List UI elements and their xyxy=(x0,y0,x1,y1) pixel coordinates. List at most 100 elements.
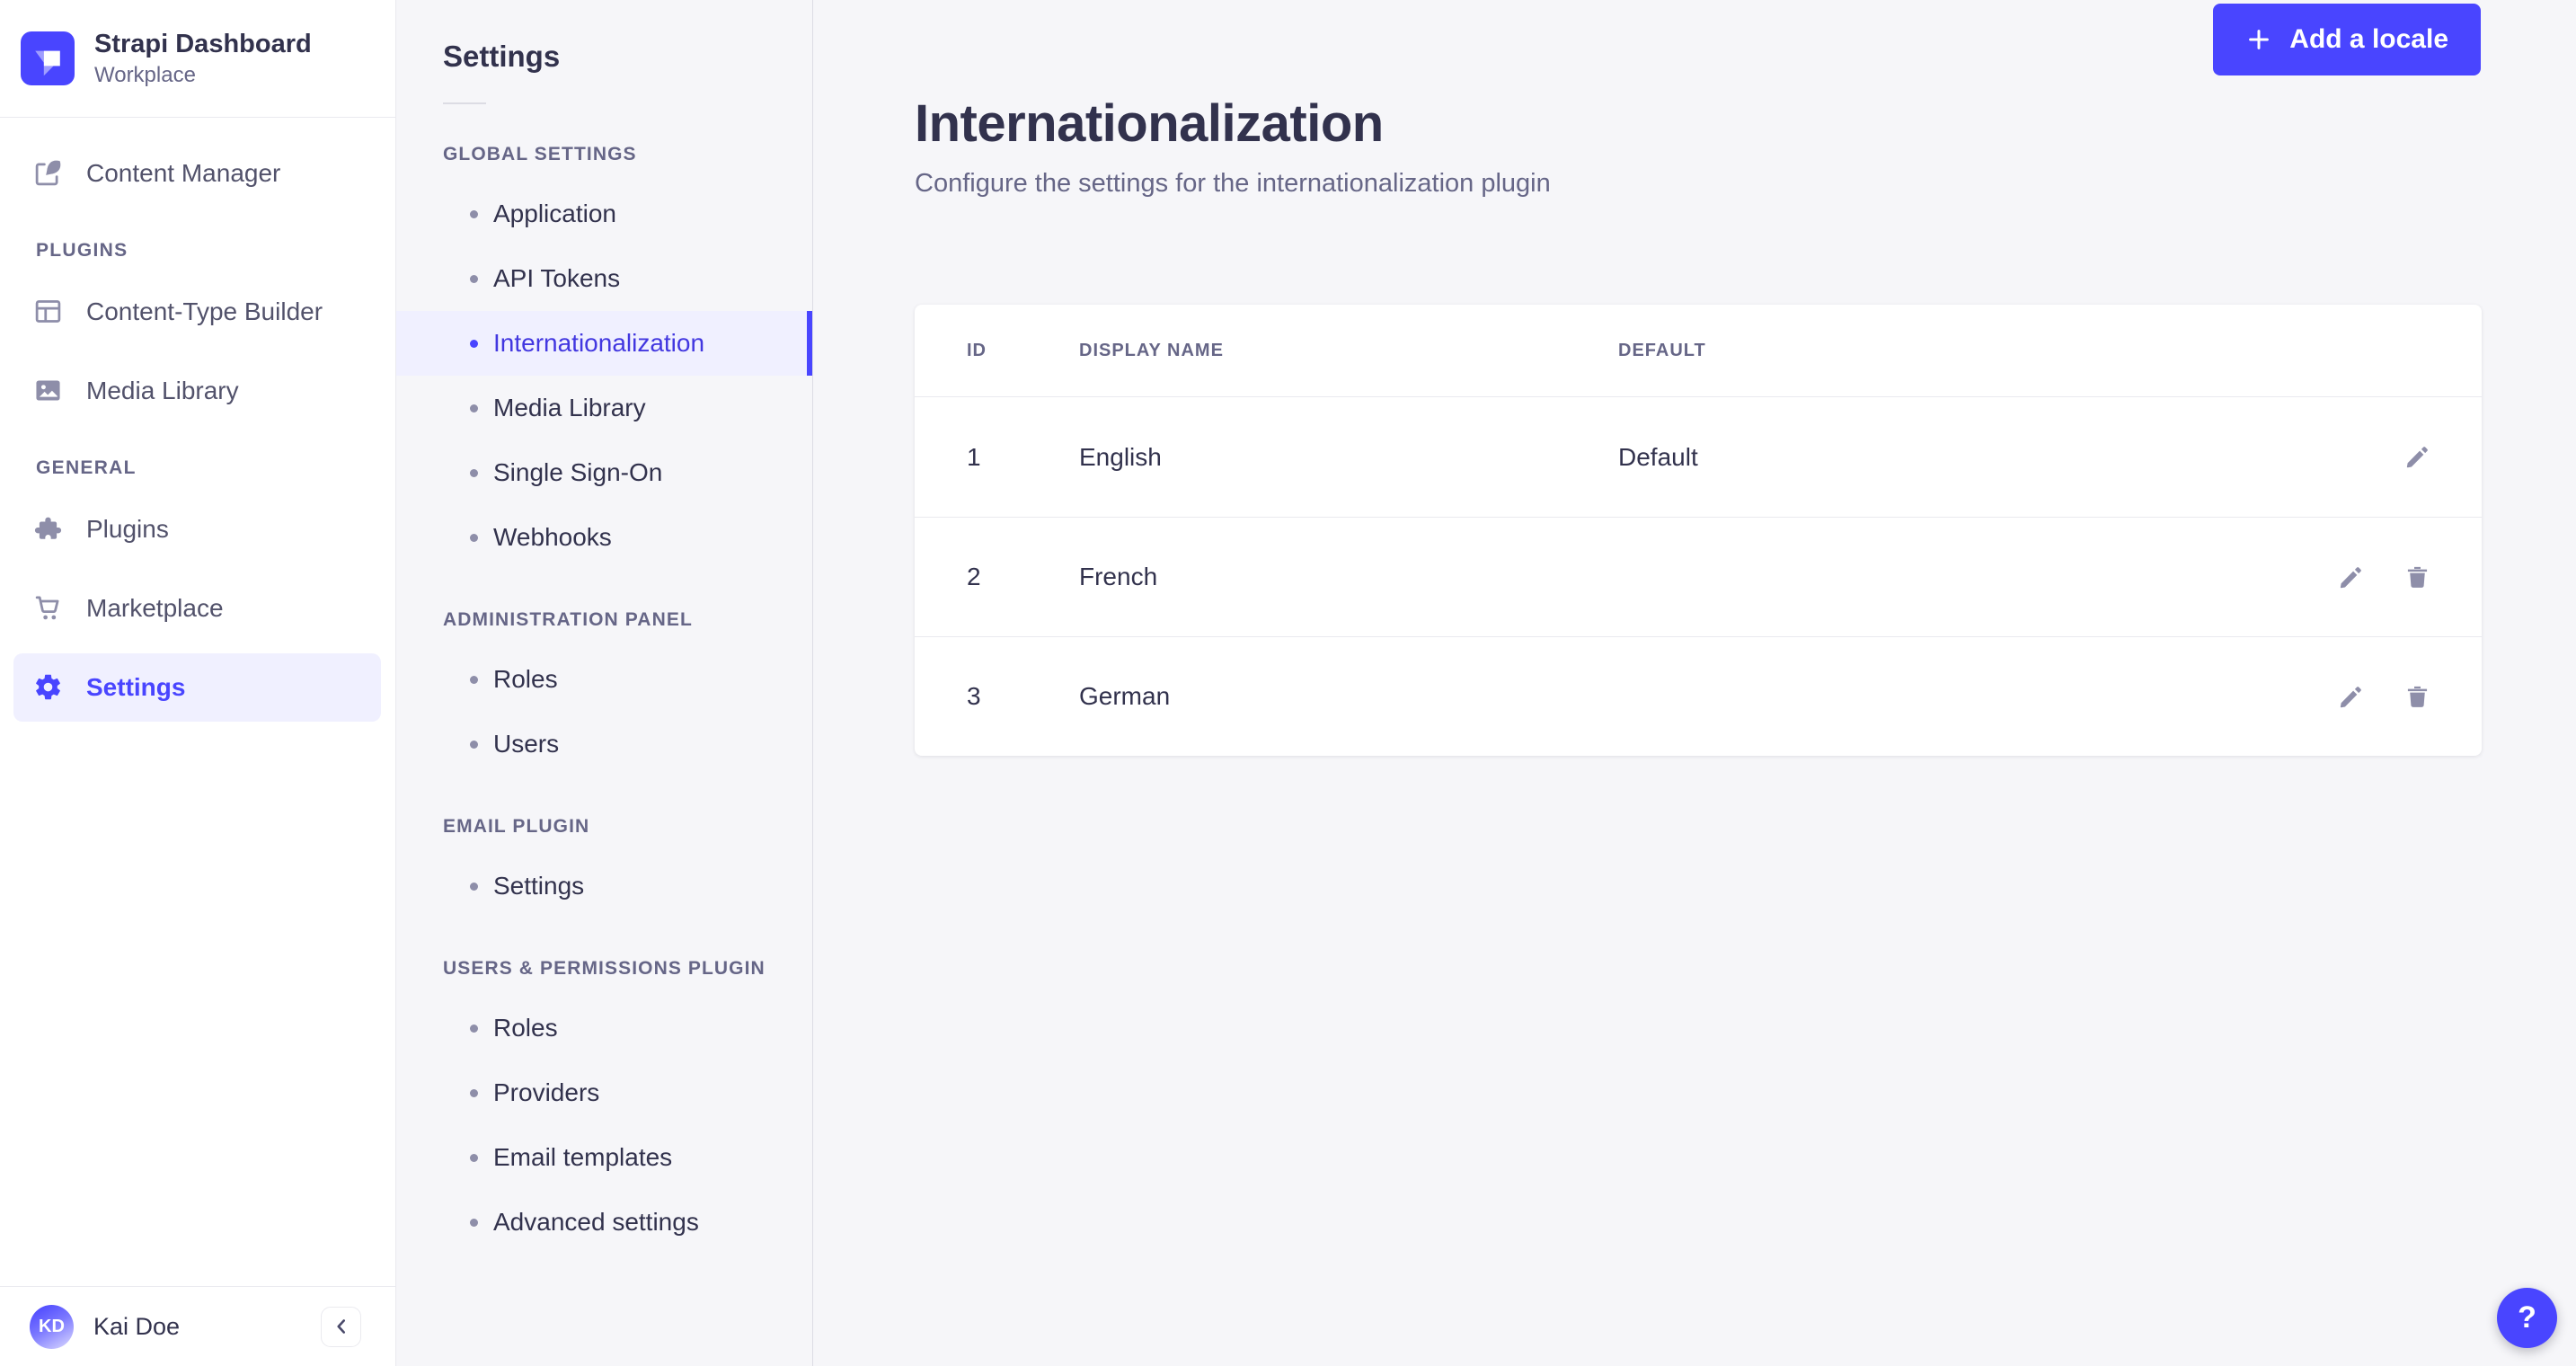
delete-locale-button[interactable] xyxy=(2403,683,2431,711)
bullet-icon xyxy=(470,1088,478,1097)
subnav-item-users-permissions-plugin-email-templates[interactable]: Email templates xyxy=(396,1125,812,1190)
subnav-item-label: API Tokens xyxy=(493,264,621,292)
bullet-icon xyxy=(470,1153,478,1162)
cell-actions xyxy=(2212,563,2482,591)
header-display-name: DISPLAY NAME xyxy=(1079,340,1224,360)
sidebar-item-label: Content-Type Builder xyxy=(86,297,323,325)
subnav-group-label-users-permissions-plugin: USERS & PERMISSIONS PLUGIN xyxy=(443,958,766,979)
pencil-icon xyxy=(2337,683,2365,711)
media-library-icon xyxy=(33,376,63,405)
subnav-item-global-settings-single-sign-on[interactable]: Single Sign-On xyxy=(396,440,812,505)
bullet-icon xyxy=(470,675,478,684)
settings-subnav: Settings GLOBAL SETTINGS Application API T… xyxy=(396,0,813,1366)
delete-locale-button[interactable] xyxy=(2403,563,2431,591)
sidebar-nav: Content Manager PLUGINS Content-Type Build… xyxy=(0,118,395,1286)
bullet-icon xyxy=(470,740,478,749)
subnav-item-global-settings-internationalization[interactable]: Internationalization xyxy=(396,311,812,376)
subnav-item-label: Single Sign-On xyxy=(493,458,663,486)
subnav-item-global-settings-webhooks[interactable]: Webhooks xyxy=(396,505,812,570)
subnav-item-global-settings-api-tokens[interactable]: API Tokens xyxy=(396,246,812,311)
strapi-logo-icon xyxy=(21,31,75,85)
subnav-group-label-global-settings: GLOBAL SETTINGS xyxy=(443,144,637,164)
subnav-item-label: Providers xyxy=(493,1078,600,1106)
cell-display-name: French xyxy=(1079,563,1158,590)
table-header-row: ID DISPLAY NAME DEFAULT xyxy=(915,305,2482,397)
pencil-icon xyxy=(2403,443,2431,471)
edit-locale-button[interactable] xyxy=(2337,563,2365,591)
sidebar-section-label-plugins: PLUGINS xyxy=(36,239,128,261)
sidebar-item-content-type-builder[interactable]: Content-Type Builder xyxy=(13,278,381,346)
subnav-item-administration-panel-users[interactable]: Users xyxy=(396,712,812,776)
edit-locale-button[interactable] xyxy=(2337,683,2365,711)
avatar: KD xyxy=(30,1304,74,1349)
collapse-sidebar-button[interactable] xyxy=(321,1306,361,1347)
plugins-icon xyxy=(33,514,63,544)
workspace-brand[interactable]: Strapi Dashboard Workplace xyxy=(0,0,395,118)
header-default: DEFAULT xyxy=(1618,340,1706,360)
bullet-icon xyxy=(470,339,478,348)
sidebar-item-media-library[interactable]: Media Library xyxy=(13,357,381,425)
subnav-item-global-settings-media-library[interactable]: Media Library xyxy=(396,376,812,440)
sidebar-item-label: Media Library xyxy=(86,376,239,404)
sidebar-item-marketplace[interactable]: Marketplace xyxy=(13,574,381,643)
cell-actions xyxy=(2212,683,2482,711)
subnav-item-label: Roles xyxy=(493,665,558,693)
locales-table-card: ID DISPLAY NAME DEFAULT 1 English Default 2… xyxy=(915,305,2482,756)
subnav-item-label: Settings xyxy=(493,872,585,900)
brand-subtitle: Workplace xyxy=(94,62,196,87)
subnav-title: Settings xyxy=(443,40,561,73)
subnav-item-label: Media Library xyxy=(493,394,646,421)
sidebar-section-label-general: GENERAL xyxy=(36,457,137,478)
add-locale-label: Add a locale xyxy=(2289,24,2448,54)
table-row-french[interactable]: 2 French xyxy=(915,517,2482,636)
page-header: Internationalization Configure the setti… xyxy=(813,0,2576,199)
cell-display-name: German xyxy=(1079,682,1171,710)
trash-icon xyxy=(2403,683,2431,711)
help-button[interactable]: ? xyxy=(2497,1288,2557,1348)
subnav-group-label-administration-panel: ADMINISTRATION PANEL xyxy=(443,609,693,630)
user-name: Kai Doe xyxy=(93,1312,181,1340)
subnav-item-label: Webhooks xyxy=(493,523,612,551)
table-row-german[interactable]: 3 German xyxy=(915,636,2482,756)
bullet-icon xyxy=(470,882,478,891)
cell-default: Default xyxy=(1618,442,1698,471)
cell-id: 2 xyxy=(967,563,981,590)
trash-icon xyxy=(2403,563,2431,591)
main-sidebar: Strapi Dashboard Workplace Content Manag… xyxy=(0,0,396,1366)
page-title: Internationalization xyxy=(915,94,1384,153)
chevron-left-icon xyxy=(330,1315,353,1338)
cell-actions xyxy=(2212,443,2482,471)
cell-id: 1 xyxy=(967,442,981,471)
subnav-item-users-permissions-plugin-providers[interactable]: Providers xyxy=(396,1060,812,1125)
subnav-item-administration-panel-roles[interactable]: Roles xyxy=(396,647,812,712)
bullet-icon xyxy=(470,209,478,218)
subnav-item-label: Advanced settings xyxy=(493,1208,699,1236)
brand-title: Strapi Dashboard xyxy=(94,30,312,58)
header-id: ID xyxy=(967,340,987,360)
sidebar-item-content-manager[interactable]: Content Manager xyxy=(13,139,381,208)
add-locale-button[interactable]: Add a locale xyxy=(2213,4,2481,75)
sidebar-item-label: Settings xyxy=(86,672,186,701)
content-manager-icon xyxy=(33,158,63,188)
subnav-item-label: Roles xyxy=(493,1014,558,1042)
subnav-divider xyxy=(443,102,486,104)
subnav-item-email-plugin-settings[interactable]: Settings xyxy=(396,854,812,918)
page-subtitle: Configure the settings for the internati… xyxy=(915,169,1551,198)
subnav-item-users-permissions-plugin-roles[interactable]: Roles xyxy=(396,996,812,1060)
subnav-item-label: Users xyxy=(493,730,560,758)
bullet-icon xyxy=(470,533,478,542)
sidebar-item-label: Plugins xyxy=(86,514,169,543)
bullet-icon xyxy=(470,1024,478,1033)
content-type-builder-icon xyxy=(33,297,63,326)
subnav-item-users-permissions-plugin-advanced-settings[interactable]: Advanced settings xyxy=(396,1190,812,1255)
edit-locale-button[interactable] xyxy=(2403,443,2431,471)
sidebar-item-plugins[interactable]: Plugins xyxy=(13,495,381,563)
table-row-english[interactable]: 1 English Default xyxy=(915,397,2482,517)
subnav-groups: GLOBAL SETTINGS Application API Tokens Inte… xyxy=(396,144,812,1255)
marketplace-icon xyxy=(33,593,63,623)
sidebar-item-settings[interactable]: Settings xyxy=(13,652,381,722)
bullet-icon xyxy=(470,468,478,477)
sidebar-item-label: Marketplace xyxy=(86,593,224,622)
brand-text: Strapi Dashboard Workplace xyxy=(94,29,312,88)
subnav-item-global-settings-application[interactable]: Application xyxy=(396,182,812,246)
